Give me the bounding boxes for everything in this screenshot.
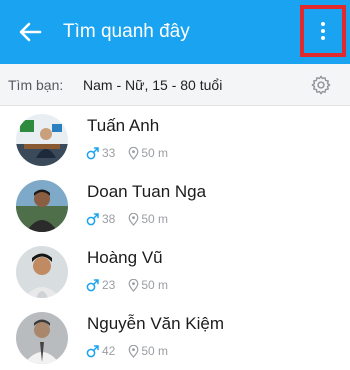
more-vertical-icon xyxy=(321,22,325,40)
person-distance: 50 m xyxy=(141,344,169,358)
filter-bar: Tìm bạn: Nam - Nữ, 15 - 80 tuổi xyxy=(0,64,350,106)
person-meta: 42 50 m xyxy=(86,344,168,358)
person-age: 23 xyxy=(102,278,116,292)
gear-icon[interactable] xyxy=(310,74,332,96)
location-pin-icon xyxy=(128,212,139,226)
app-bar: Tìm quanh đây xyxy=(0,0,350,64)
filter-label: Tìm bạn: xyxy=(8,77,64,93)
male-icon xyxy=(86,147,99,160)
person-meta: 33 50 m xyxy=(86,146,168,160)
back-button[interactable] xyxy=(16,20,44,44)
location-pin-icon xyxy=(128,146,139,160)
avatar xyxy=(16,312,68,364)
location-pin-icon xyxy=(128,344,139,358)
person-distance: 50 m xyxy=(141,278,169,292)
person-meta: 23 50 m xyxy=(86,278,168,292)
person-name: Doan Tuan Nga xyxy=(87,182,207,201)
more-options-button[interactable] xyxy=(300,5,346,57)
page-title: Tìm quanh đây xyxy=(63,21,190,42)
list-item[interactable]: Hoàng Vũ 23 50 m xyxy=(0,238,350,304)
list-item[interactable]: Tuấn Anh 33 50 m xyxy=(0,106,350,172)
avatar xyxy=(16,114,68,166)
person-meta: 38 50 m xyxy=(86,212,168,226)
filter-value[interactable]: Nam - Nữ, 15 - 80 tuổi xyxy=(83,77,222,93)
list-item[interactable]: Nguyễn Văn Kiệm 42 50 m xyxy=(0,304,350,370)
avatar xyxy=(16,180,68,232)
person-name: Nguyễn Văn Kiệm xyxy=(87,314,225,333)
male-icon xyxy=(86,345,99,358)
person-distance: 50 m xyxy=(141,212,169,226)
list-item[interactable]: Doan Tuan Nga 38 50 m xyxy=(0,172,350,238)
arrow-left-icon xyxy=(19,22,42,42)
person-distance: 50 m xyxy=(141,146,169,160)
person-age: 42 xyxy=(102,344,116,358)
male-icon xyxy=(86,213,99,226)
person-name: Tuấn Anh xyxy=(87,116,160,135)
male-icon xyxy=(86,279,99,292)
person-age: 33 xyxy=(102,146,116,160)
person-name: Hoàng Vũ xyxy=(87,248,163,267)
avatar xyxy=(16,246,68,298)
location-pin-icon xyxy=(128,278,139,292)
person-age: 38 xyxy=(102,212,116,226)
